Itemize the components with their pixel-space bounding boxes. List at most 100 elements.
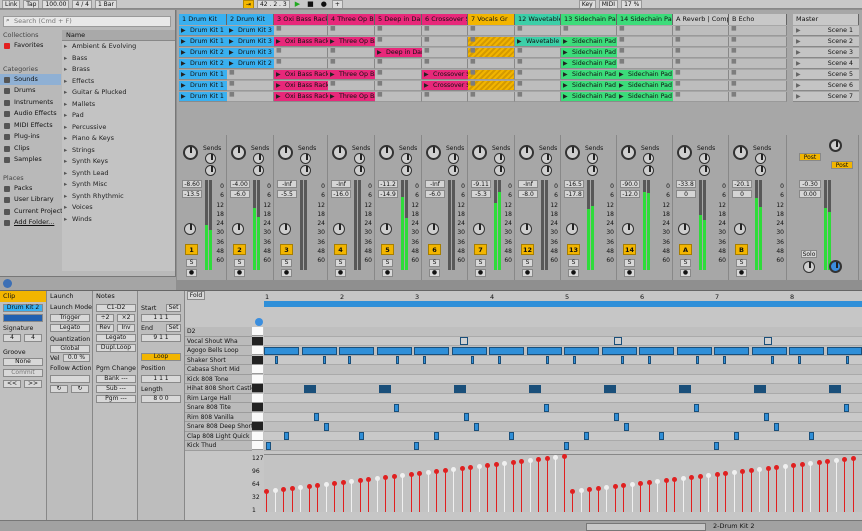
midi-note[interactable] [414,346,449,355]
nudge-forward-button[interactable]: >> [24,380,42,388]
volume-field[interactable]: -8.60 [182,180,202,188]
solo-button[interactable]: S [281,259,292,267]
send-b-knob[interactable] [587,165,598,176]
piano-key[interactable] [252,374,263,384]
velocity-handle[interactable] [391,474,397,479]
clip[interactable]: Three Op Bass [328,37,375,47]
velocity-handle[interactable] [536,457,541,462]
bank-select[interactable]: Bank --- [96,375,136,383]
note-lane-label[interactable]: Vocal Shout Wha [185,336,252,346]
midi-note[interactable] [284,432,289,440]
empty-clip-slot[interactable] [422,36,468,47]
track-activator-button[interactable]: 7 [474,244,487,255]
midi-note[interactable] [471,356,474,364]
track-header[interactable]: 5 Deep in Dark [375,14,422,25]
track-activator-button[interactable]: 14 [623,244,636,255]
clip[interactable]: Oxi Bass Rack [274,81,328,91]
pan-knob[interactable] [426,145,441,160]
velocity-handle[interactable] [459,466,465,471]
velocity-handle[interactable] [714,472,720,477]
midi-note[interactable] [751,346,787,355]
send-b-knob[interactable] [541,165,552,176]
piano-key[interactable] [252,412,263,422]
send-b-knob[interactable] [401,165,412,176]
velocity-handle[interactable] [315,483,320,488]
browser-list-item[interactable]: Synth Misc [62,179,175,191]
pan-knob[interactable] [519,145,534,160]
solo-button[interactable]: S [475,259,486,267]
sidebar-item-samples[interactable]: Samples [0,154,61,166]
track-delay-knob[interactable] [427,223,439,235]
track-delay-knob[interactable] [734,223,746,235]
track-activator-button[interactable]: 4 [334,244,347,255]
track-header[interactable]: B Echo [729,14,787,25]
clip-slot[interactable] [468,36,515,47]
velocity-stem[interactable] [733,473,735,512]
piano-key[interactable] [252,365,263,374]
midi-note[interactable] [614,413,619,421]
send-b-knob[interactable] [448,165,459,176]
pan-knob[interactable] [379,145,394,160]
velocity-stem[interactable] [410,475,412,512]
browser-list-item[interactable]: Synth Rhythmic [62,191,175,203]
velocity-handle[interactable] [663,478,669,483]
velocity-handle[interactable] [680,476,686,481]
clip[interactable]: Drum Kit 1 [179,37,227,47]
clip-slot[interactable] [468,69,515,80]
note-lane-label[interactable]: Snare 808 Tite [185,403,252,413]
signature-denominator[interactable]: 4 [24,334,42,342]
midi-note[interactable] [464,384,466,393]
velocity-stem[interactable] [759,470,760,512]
velocity-stem[interactable] [419,474,420,512]
send-b-knob[interactable] [354,165,365,176]
note-lane-label[interactable]: Kick Thud [185,441,252,451]
empty-clip-slot[interactable] [422,58,468,69]
empty-clip-slot[interactable] [468,91,515,102]
empty-clip-slot[interactable] [328,25,375,36]
midi-note[interactable] [414,441,419,450]
empty-clip-slot[interactable] [274,47,328,58]
track-delay-knob[interactable] [333,223,345,235]
empty-clip-slot[interactable] [515,47,561,58]
clip[interactable]: Oxi Bass Rack [274,70,328,80]
master-pan-field[interactable]: 0.00 [799,190,821,198]
clip[interactable]: Three Op Bass [328,92,375,102]
velocity-stem[interactable] [776,468,777,512]
solo-button[interactable]: S [680,259,691,267]
midi-note[interactable] [798,356,801,364]
velocity-stem[interactable] [521,462,522,512]
sidebar-item-sounds[interactable]: Sounds [0,73,61,85]
velocity-stem[interactable] [716,475,718,512]
empty-clip-slot[interactable] [422,25,468,36]
midi-note[interactable] [846,356,849,364]
velocity-handle[interactable] [553,455,558,460]
velocity-stem[interactable] [461,469,463,512]
velocity-stem[interactable] [648,483,650,512]
place-item[interactable]: Current Project [0,206,63,218]
velocity-handle[interactable] [748,468,754,473]
velocity-handle[interactable] [289,486,295,491]
empty-clip-slot[interactable] [515,69,561,80]
midi-note[interactable] [621,356,624,364]
meter-field[interactable]: 4 / 4 [72,0,92,8]
clip-color-chooser[interactable] [3,314,43,322]
clip[interactable]: Deep in Dark [375,48,422,58]
midi-note[interactable] [774,422,779,431]
clip-slot[interactable] [468,80,515,91]
track-header[interactable]: 13 Sidechain Pad [561,14,617,25]
place-item[interactable]: Packs [0,183,61,195]
midi-note[interactable] [689,384,691,393]
velocity-editor[interactable]: 127 96 64 32 1 [252,454,862,514]
loop-brace[interactable] [264,301,862,307]
midi-note[interactable] [509,432,514,440]
empty-clip-slot[interactable] [274,25,328,36]
velocity-handle[interactable] [825,459,830,464]
midi-note[interactable] [275,356,278,364]
solo-button[interactable]: S [382,259,393,267]
notes-legato-button[interactable]: Legato [96,334,136,342]
note-lane-label[interactable]: Hihat 808 Short Castle [185,384,252,394]
play-icon[interactable]: ▶ [293,0,302,8]
velocity-stem[interactable] [699,477,701,512]
velocity-handle[interactable] [808,461,813,466]
midi-note[interactable] [564,346,599,355]
